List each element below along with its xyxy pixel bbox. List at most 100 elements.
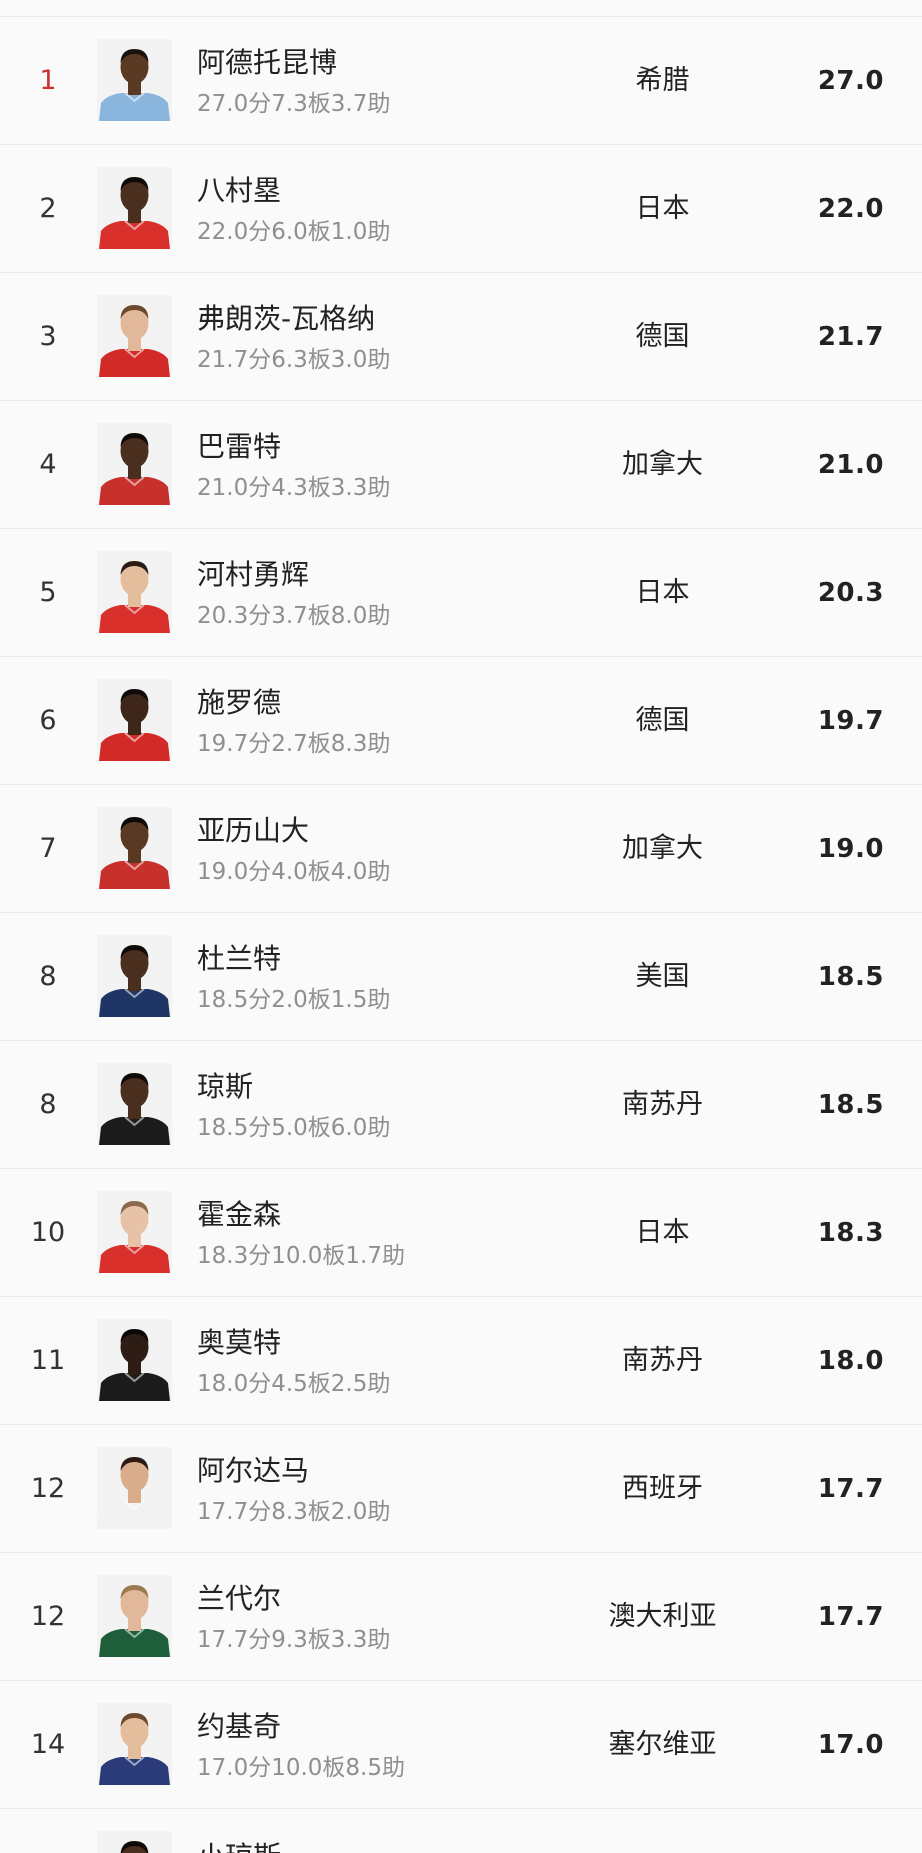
player-score: 18.5 [817,962,884,992]
rank-number: 12 [30,1601,66,1632]
player-stats: 17.7分8.3板2.0助 [197,1499,391,1525]
player-stats: 18.0分4.5板2.5助 [197,1371,391,1397]
ranking-list: 1 阿德托昆博 27.0分7.3板3.7助 希腊 27.0 2 八村塁 22.0分6.0板1.… [0,16,922,1808]
player-stats: 19.0分4.0板4.0助 [197,859,391,885]
rank-number: 10 [30,1217,66,1248]
partial-row[interactable]: 小琼斯 [0,1808,922,1853]
player-name: 琼斯 [197,1070,254,1103]
player-row[interactable]: 12 兰代尔 17.7分9.3板3.3助 澳大利亚 17.7 [0,1552,922,1680]
player-avatar [97,1703,172,1785]
player-score: 20.3 [817,578,884,608]
rank-number: 7 [39,833,57,864]
player-stats: 17.7分9.3板3.3助 [197,1627,391,1653]
player-row[interactable]: 8 琼斯 18.5分5.0板6.0助 南苏丹 18.5 [0,1040,922,1168]
player-avatar [97,1831,172,1853]
player-score: 21.0 [817,450,884,480]
player-score: 17.7 [817,1602,884,1632]
player-score: 18.5 [817,1090,884,1120]
player-country: 西班牙 [622,1473,703,1504]
player-score: 27.0 [817,66,884,96]
player-row[interactable]: 14 约基奇 17.0分10.0板8.5助 塞尔维亚 17.0 [0,1680,922,1808]
player-score: 18.3 [817,1218,884,1248]
rank-number: 6 [39,705,57,736]
player-name: 弗朗茨-瓦格纳 [197,302,376,335]
player-row[interactable]: 6 施罗德 19.7分2.7板8.3助 德国 19.7 [0,656,922,784]
player-stats: 17.0分10.0板8.5助 [197,1755,405,1781]
player-country: 德国 [635,321,690,352]
player-name: 杜兰特 [197,942,282,975]
player-avatar [97,1575,172,1657]
rank-number: 12 [30,1473,66,1504]
player-country: 南苏丹 [622,1345,703,1376]
player-avatar [97,935,172,1017]
player-name: 霍金森 [197,1198,282,1231]
player-name: 阿德托昆博 [197,46,338,79]
player-row[interactable]: 1 阿德托昆博 27.0分7.3板3.7助 希腊 27.0 [0,16,922,144]
player-avatar [97,423,172,505]
rank-number: 4 [39,449,57,480]
player-row[interactable]: 2 八村塁 22.0分6.0板1.0助 日本 22.0 [0,144,922,272]
rank-number: 14 [30,1729,66,1760]
player-score: 17.0 [817,1730,884,1760]
player-stats: 18.3分10.0板1.7助 [197,1243,405,1269]
player-score: 17.7 [817,1474,884,1504]
player-stats: 21.0分4.3板3.3助 [197,475,391,501]
player-row[interactable]: 5 河村勇辉 20.3分3.7板8.0助 日本 20.3 [0,528,922,656]
rank-number: 11 [30,1345,66,1376]
player-name: 小琼斯 [197,1835,281,1853]
player-name: 河村勇辉 [197,558,310,591]
player-name: 奥莫特 [197,1326,282,1359]
player-row[interactable]: 4 巴雷特 21.0分4.3板3.3助 加拿大 21.0 [0,400,922,528]
player-avatar [97,679,172,761]
player-country: 美国 [635,961,690,992]
player-row[interactable]: 11 奥莫特 18.0分4.5板2.5助 南苏丹 18.0 [0,1296,922,1424]
player-row[interactable]: 10 霍金森 18.3分10.0板1.7助 日本 18.3 [0,1168,922,1296]
player-score: 21.7 [817,322,884,352]
player-name: 施罗德 [197,686,282,719]
player-stats: 18.5分2.0板1.5助 [197,987,391,1013]
player-avatar [97,295,172,377]
rank-number: 8 [39,961,57,992]
player-avatar [97,1191,172,1273]
rank-number: 5 [39,577,57,608]
player-name: 兰代尔 [197,1582,282,1615]
player-avatar [97,39,172,121]
player-country: 澳大利亚 [608,1601,717,1632]
player-row[interactable]: 7 亚历山大 19.0分4.0板4.0助 加拿大 19.0 [0,784,922,912]
player-country: 日本 [635,193,690,224]
player-stats: 22.0分6.0板1.0助 [197,219,391,245]
player-stats: 19.7分2.7板8.3助 [197,731,391,757]
player-name: 巴雷特 [197,430,282,463]
player-row[interactable]: 8 杜兰特 18.5分2.0板1.5助 美国 18.5 [0,912,922,1040]
player-avatar [97,167,172,249]
player-stats: 18.5分5.0板6.0助 [197,1115,391,1141]
player-avatar [97,1447,172,1529]
player-name: 亚历山大 [197,814,310,847]
player-country: 塞尔维亚 [608,1729,717,1760]
player-avatar [97,1319,172,1401]
player-country: 希腊 [635,65,690,96]
player-score: 18.0 [817,1346,884,1376]
rank-number: 3 [39,321,57,352]
rank-number: 8 [39,1089,57,1120]
player-row[interactable]: 12 阿尔达马 17.7分8.3板2.0助 西班牙 17.7 [0,1424,922,1552]
player-stats: 21.7分6.3板3.0助 [197,347,391,373]
player-avatar [97,807,172,889]
player-avatar [97,1063,172,1145]
player-row[interactable]: 3 弗朗茨-瓦格纳 21.7分6.3板3.0助 德国 21.7 [0,272,922,400]
player-name: 约基奇 [197,1710,282,1743]
rank-number: 1 [39,65,57,96]
player-score: 19.0 [817,834,884,864]
player-stats: 20.3分3.7板8.0助 [197,603,391,629]
player-country: 日本 [635,1217,690,1248]
player-score: 19.7 [817,706,884,736]
player-country: 加拿大 [622,449,703,480]
player-country: 日本 [635,577,690,608]
player-country: 德国 [635,705,690,736]
player-name: 八村塁 [197,174,282,207]
player-stats: 27.0分7.3板3.7助 [197,91,391,117]
player-avatar [97,551,172,633]
player-country: 南苏丹 [622,1089,703,1120]
player-score: 22.0 [817,194,884,224]
player-country: 加拿大 [622,833,703,864]
